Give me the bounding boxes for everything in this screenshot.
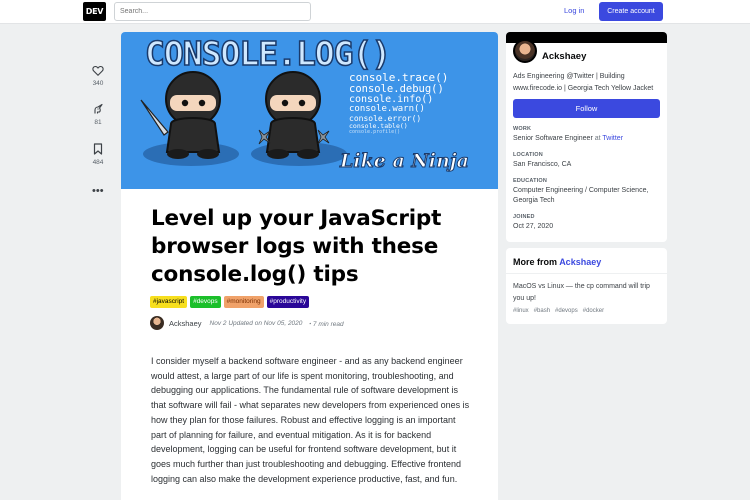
more-options-icon[interactable]: ••• (92, 185, 104, 197)
code-line: console.profile() (349, 128, 401, 135)
search-input[interactable] (114, 2, 311, 21)
article-body: I consider myself a backend software eng… (151, 356, 470, 484)
location-value: San Francisco, CA (513, 161, 572, 168)
cover-image: CONSOLE.LOG() console.trace() console.de… (121, 32, 498, 189)
bookmark-count: 484 (92, 159, 104, 166)
author-name[interactable]: Ackshaey (169, 319, 202, 328)
author-avatar[interactable] (150, 316, 164, 330)
top-nav-bar: DEV Log in Create account (0, 0, 750, 24)
profile-joined: JOINED Oct 27, 2020 (513, 214, 663, 232)
work-value: Senior Software Engineer at Twitter (513, 134, 663, 144)
like-count: 340 (92, 80, 104, 87)
more-from-heading: More from Ackshaey (513, 257, 601, 267)
cover-tagline: Like a Ninja (340, 150, 470, 173)
work-at: at (594, 135, 601, 142)
location-label: LOCATION (513, 152, 543, 158)
related-tag[interactable]: #linux (513, 308, 529, 314)
work-title: Senior Software Engineer (513, 135, 593, 142)
profile-education: EDUCATION Computer Engineering / Compute… (513, 178, 663, 206)
code-line: console.trace() (349, 71, 449, 84)
tag-devops[interactable]: #devops (190, 296, 221, 308)
education-label: EDUCATION (513, 178, 548, 184)
unicorn-count: 81 (94, 119, 102, 126)
read-time: ・7 min read (306, 321, 344, 328)
article-tags: #javascript #devops #monitoring #product… (150, 296, 310, 308)
more-from-author-link[interactable]: Ackshaey (559, 257, 601, 267)
like-reaction[interactable]: 340 (87, 65, 109, 87)
profile-location: LOCATION San Francisco, CA (513, 152, 663, 170)
profile-bio: Ads Engineering @Twitter | Building www.… (513, 73, 654, 92)
more-from-card: More from Ackshaey MacOS vs Linux — the … (506, 248, 667, 324)
related-tag[interactable]: #devops (555, 308, 578, 314)
heart-icon (92, 65, 104, 76)
profile-avatar[interactable] (513, 39, 537, 63)
unicorn-icon (94, 103, 103, 114)
article-card: CONSOLE.LOG() console.trace() console.de… (121, 32, 498, 500)
code-line: console.debug() (349, 82, 444, 95)
author-row: Ackshaey Nov 2 Updated on Nov 05, 2020 ・… (150, 316, 344, 330)
joined-label: JOINED (513, 214, 535, 220)
work-company-link[interactable]: Twitter (602, 135, 623, 142)
more-from-label: More from (513, 257, 558, 267)
author-profile-card: Ackshaey Ads Engineering @Twitter | Buil… (506, 32, 667, 242)
tag-javascript[interactable]: #javascript (150, 296, 188, 308)
related-post-title[interactable]: MacOS vs Linux — the cp command will tri… (513, 281, 663, 305)
tag-productivity[interactable]: #productivity (266, 296, 310, 308)
profile-work: WORK Senior Software Engineer at Twitter (513, 126, 663, 144)
ninja-illustration (140, 71, 347, 166)
education-value: Computer Engineering / Computer Science,… (513, 187, 649, 204)
login-link[interactable]: Log in (564, 6, 584, 15)
create-account-button[interactable]: Create account (599, 2, 663, 21)
follow-button[interactable]: Follow (513, 99, 660, 118)
dev-logo[interactable]: DEV (83, 2, 106, 21)
tag-monitoring[interactable]: #monitoring (223, 296, 264, 308)
related-post-tags: #linux #bash #devops #docker (513, 308, 604, 314)
related-tag[interactable]: #bash (534, 308, 550, 314)
bookmark-reaction[interactable]: 484 (87, 143, 109, 166)
related-tag[interactable]: #docker (583, 308, 604, 314)
bookmark-icon (93, 143, 103, 155)
cover-code-lines: console.trace() console.debug() console.… (349, 72, 448, 135)
unicorn-reaction[interactable]: 81 (87, 103, 109, 126)
article-title: Level up your JavaScript browser logs wi… (151, 206, 442, 287)
work-label: WORK (513, 126, 532, 132)
publish-date: Nov 2 Updated on Nov 05, 2020 (209, 319, 303, 327)
profile-name[interactable]: Ackshaey (542, 51, 586, 62)
divider (506, 273, 667, 274)
joined-value: Oct 27, 2020 (513, 223, 554, 230)
